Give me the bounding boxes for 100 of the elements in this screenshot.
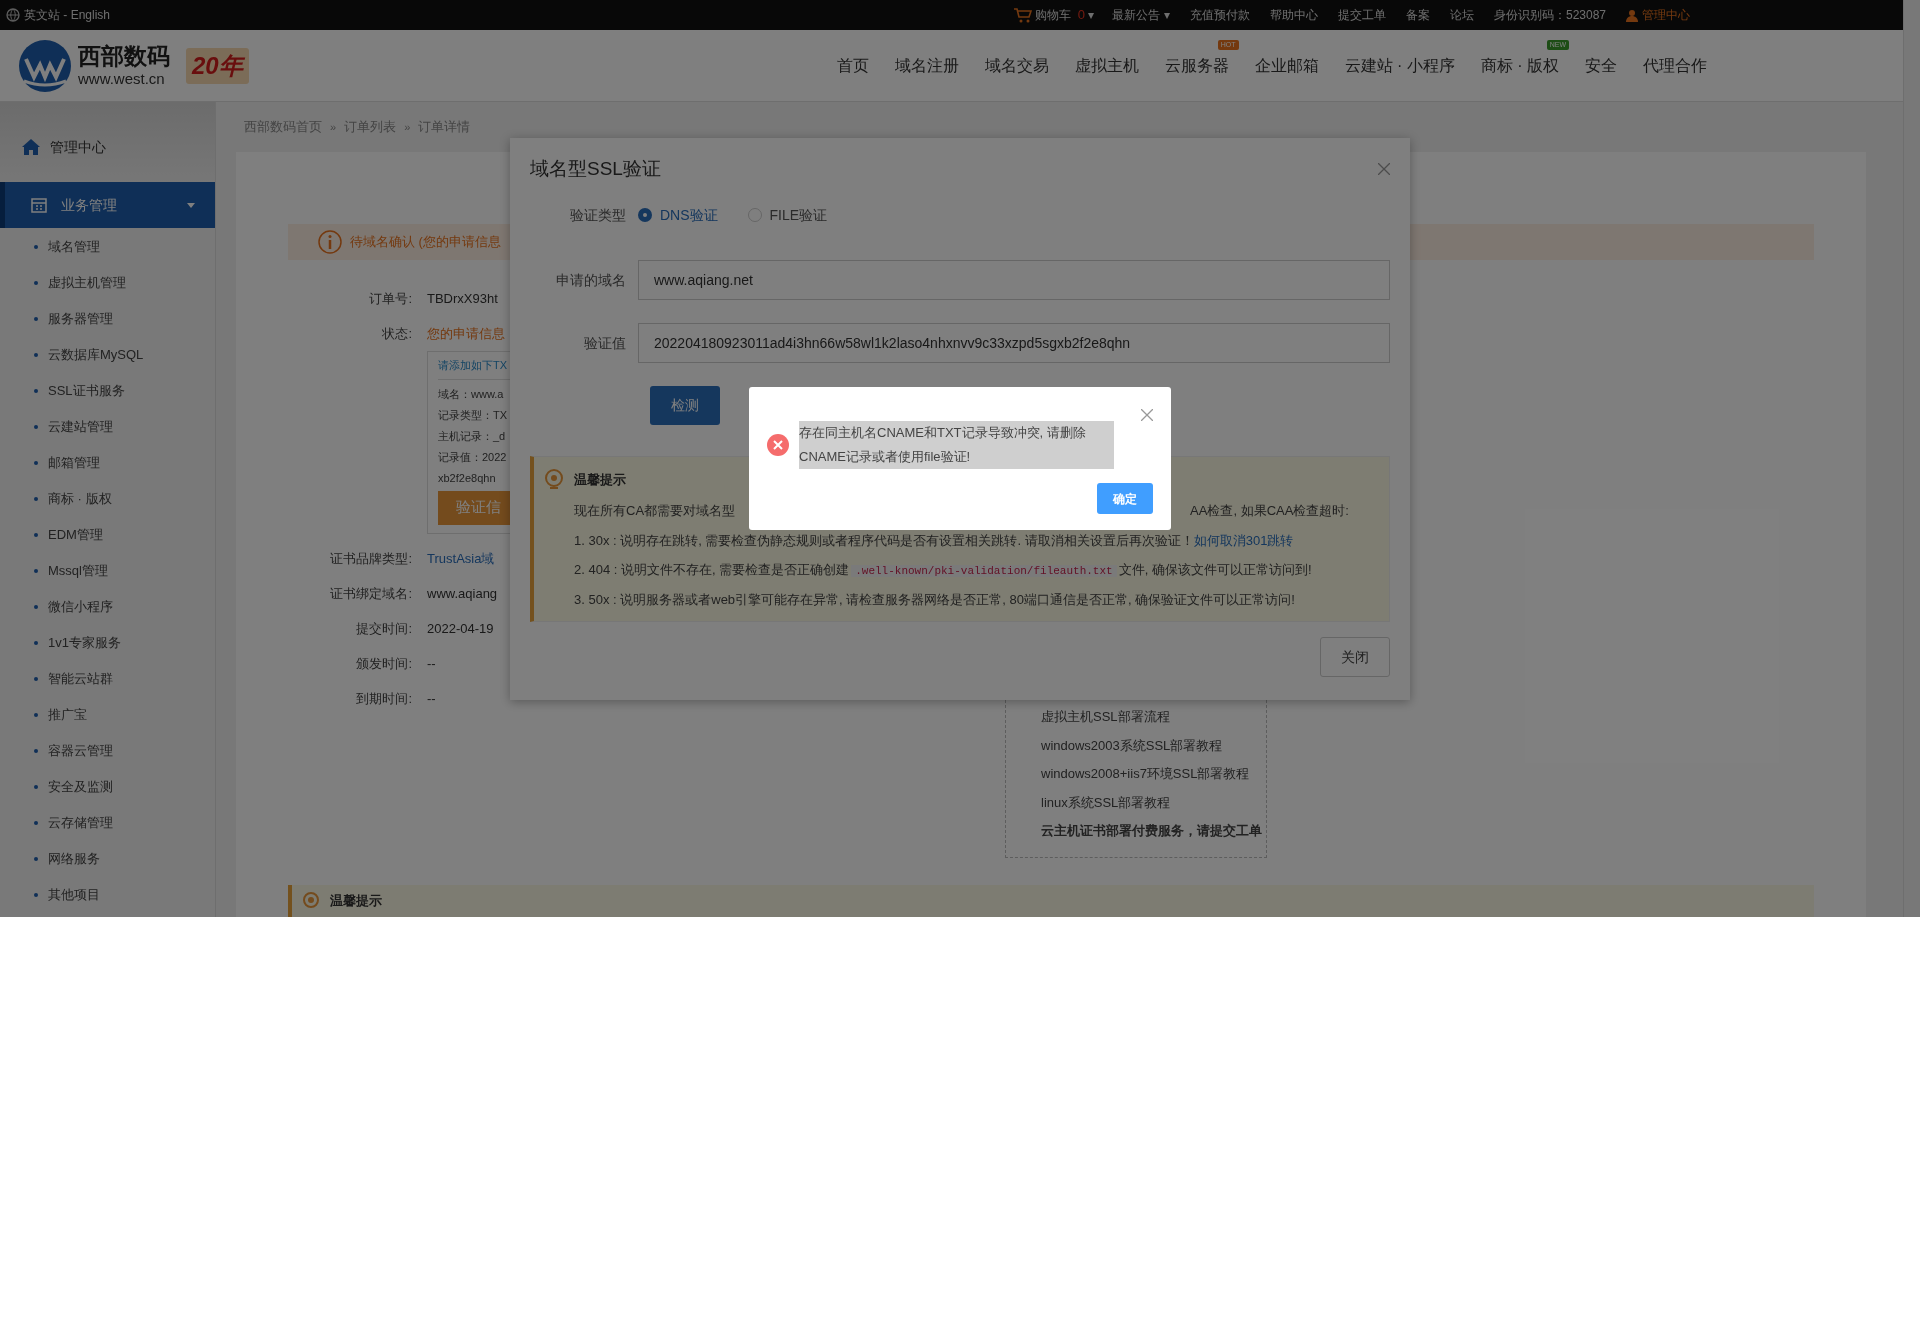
bullet-icon: [34, 641, 38, 645]
tip-item: 2. 404 : 说明文件不存在, 需要检查是否正确创建 .well-known/pki-validation/fileauth.txt 文件, 确保该文件可以正常访问到!: [574, 561, 1313, 579]
bullet-icon: [34, 353, 38, 357]
field-label: 验证值: [583, 333, 627, 353]
code-path: .well-known/pki-validation/fileauth.txt: [851, 565, 1117, 577]
bullet-icon: [34, 389, 38, 393]
nav-link[interactable]: 商标 · 版权: [1480, 56, 1559, 74]
dns-record-line: xb2f2e8qhn: [438, 470, 497, 486]
tip-title: 温馨提示: [574, 471, 626, 490]
sidebar-item[interactable]: 智能云站群: [48, 669, 113, 689]
sidebar-item[interactable]: 推广宝: [48, 705, 87, 725]
field-label: 证书品牌类型:: [329, 550, 412, 569]
sidebar-item[interactable]: 虚拟主机管理: [48, 273, 126, 293]
bullet-icon: [34, 569, 38, 573]
sidebar-item[interactable]: Mssql管理: [48, 561, 108, 581]
guide-link[interactable]: linux系统SSL部署教程: [1041, 792, 1262, 812]
guide-link[interactable]: 云主机证书部署付费服务，请提交工单: [1041, 821, 1262, 841]
radio-option[interactable]: FILE验证: [747, 204, 828, 226]
caret-icon: ▾: [1087, 6, 1094, 24]
dialog-title: 域名型SSL验证: [530, 156, 661, 181]
site-switch-link[interactable]: 英文站 - English: [6, 6, 111, 24]
sidebar-item[interactable]: 1v1专家服务: [48, 633, 121, 653]
topbar-link[interactable]: 提交工单: [1337, 6, 1386, 24]
nav-link[interactable]: 域名交易: [984, 56, 1049, 74]
guide-link[interactable]: windows2008+iis7环境SSL部署教程: [1041, 764, 1262, 784]
sidebar-item[interactable]: 云建站管理: [48, 417, 113, 437]
sidebar-item[interactable]: 服务器管理: [48, 309, 113, 329]
calendar-icon: [31, 197, 47, 213]
dns-record-line: 主机记录：_d: [438, 428, 507, 444]
bullet-icon: [34, 245, 38, 249]
tip-text: AA检查, 如果CAA检查超时:: [1190, 502, 1349, 520]
sidebar-item[interactable]: 网络服务: [48, 849, 100, 869]
sidebar-item[interactable]: 云数据库MySQL: [48, 345, 144, 365]
topbar-link[interactable]: 充值预付款: [1189, 6, 1250, 24]
guide-link[interactable]: windows2003系统SSL部署教程: [1041, 735, 1262, 755]
brand-link[interactable]: TrustAsia域: [427, 549, 495, 569]
bullet-icon: [34, 533, 38, 537]
field-label: 颁发时间:: [355, 655, 412, 674]
dns-record-line: 记录值：2022: [438, 449, 508, 465]
bullet-icon: [34, 785, 38, 789]
sidebar-item[interactable]: 安全及监测: [48, 777, 113, 797]
anniversary-badge: 20年: [186, 47, 249, 84]
sidebar-item[interactable]: 邮箱管理: [48, 453, 100, 473]
bullet-icon: [34, 749, 38, 753]
sidebar-group-item[interactable]: 业务管理: [0, 182, 215, 228]
bullet-icon: [34, 677, 38, 681]
close-icon: [1141, 409, 1153, 421]
guide-link[interactable]: 虚拟主机SSL部署流程: [1041, 707, 1262, 727]
sidebar-item[interactable]: 云存储管理: [48, 813, 113, 833]
bullet-icon: [34, 497, 38, 501]
bullet-icon: [34, 713, 38, 717]
globe-icon: [6, 8, 20, 22]
sidebar-item[interactable]: 其他项目: [48, 885, 100, 905]
logo-url: www.west.cn: [78, 71, 166, 86]
nav-link[interactable]: 企业邮箱: [1254, 56, 1319, 74]
topbar-link[interactable]: 身份识别码：523087: [1493, 6, 1606, 24]
notice-text: 待域名确认 (您的申请信息: [350, 233, 501, 252]
tip-item: 1. 30x : 说明存在跳转, 需要检查伪静态规则或者程序代码是否有设置相关跳转. 请取消相关设置后再次验证！如何取消301跳转: [574, 531, 1295, 550]
account-link[interactable]: 管理中心: [1626, 6, 1690, 24]
field-value: 2022-04-19: [427, 620, 494, 639]
field-label: 到期时间:: [355, 690, 412, 709]
sidebar-item[interactable]: EDM管理: [48, 525, 103, 545]
caret-icon: ▾: [1163, 6, 1170, 24]
domain-field[interactable]: www.aqiang.net: [638, 260, 1390, 300]
topbar-link[interactable]: 帮助中心: [1269, 6, 1318, 24]
field-label: 状态:: [381, 324, 412, 343]
nav-link[interactable]: 代理合作: [1643, 56, 1707, 74]
radio-option[interactable]: DNS验证: [638, 204, 718, 226]
topbar-link[interactable]: 备案: [1405, 6, 1430, 24]
ok-button[interactable]: 确定: [1097, 483, 1153, 514]
cart-count: 0: [1077, 6, 1085, 25]
field-value: 您的申请信息: [427, 324, 505, 343]
nav-link[interactable]: 虚拟主机: [1074, 56, 1139, 74]
help-link[interactable]: 如何取消301跳转: [1193, 532, 1294, 548]
nav-link[interactable]: 云建站 · 小程序: [1344, 56, 1455, 74]
nav-link[interactable]: 云服务器: [1164, 56, 1229, 74]
topbar-link[interactable]: 论坛: [1449, 6, 1474, 24]
caret-icon: [187, 202, 195, 208]
error-icon: [767, 434, 789, 456]
nav-link[interactable]: 首页: [836, 56, 869, 74]
logo-name: 西部数码: [78, 45, 170, 68]
tip-text: 现在所有CA都需要对域名型: [574, 502, 736, 520]
close-button[interactable]: 关闭: [1320, 637, 1390, 677]
nav-link[interactable]: 安全: [1585, 56, 1617, 74]
field-label: 订单号:: [368, 289, 412, 308]
sidebar-item[interactable]: 商标 · 版权: [48, 489, 112, 509]
tip-item: 3. 50x : 说明服务器或者web引擎可能存在异常, 请检查服务器网络是否正常, 80端口通信是否正常, 确保验证文件可以正常访问!: [574, 590, 1296, 609]
sidebar-item[interactable]: 容器云管理: [48, 741, 113, 761]
cart-link[interactable]: 购物车 0 ▾: [1013, 5, 1094, 25]
cart-icon: [1013, 7, 1032, 23]
close-icon: [1378, 163, 1390, 175]
sidebar-item[interactable]: 域名管理: [48, 237, 100, 257]
topbar-link[interactable]: 最新公告 ▾: [1111, 6, 1170, 24]
sidebar-item[interactable]: 微信小程序: [48, 597, 113, 617]
bullet-icon: [34, 425, 38, 429]
nav-link[interactable]: 域名注册: [894, 56, 959, 74]
check-button[interactable]: 检测: [650, 386, 720, 425]
alert-message: 存在同主机名CNAME和TXT记录导致冲突, 请删除CNAME记录或者使用file验证!: [799, 421, 1114, 469]
sidebar-item[interactable]: SSL证书服务: [48, 381, 125, 401]
verify-value-field[interactable]: 202204180923011ad4i3hn66w58wl1k2laso4nhxnvv9c33xzpd5sgxb2f2e8qhn: [638, 323, 1390, 363]
